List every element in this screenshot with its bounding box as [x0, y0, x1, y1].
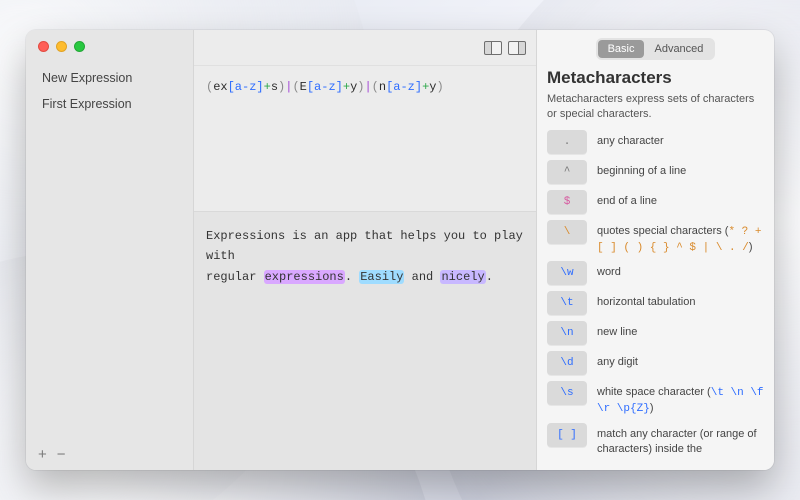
metacharacter-row[interactable]: ^ beginning of a line — [547, 160, 764, 184]
match-highlight: expressions — [264, 270, 345, 284]
tab-basic[interactable]: Basic — [598, 40, 645, 58]
metacharacter-description: quotes special characters (* ? + [ ] ( )… — [597, 220, 764, 256]
test-text: and — [404, 270, 440, 284]
metacharacter-description: match any character (or range of charact… — [597, 423, 764, 457]
regex-token-quant: + — [343, 80, 350, 94]
match-highlight: nicely — [440, 270, 485, 284]
help-mode-segment[interactable]: Basic Advanced — [596, 38, 716, 60]
test-text: regular — [206, 270, 264, 284]
metacharacter-row[interactable]: . any character — [547, 130, 764, 154]
toggle-sidebar-icon[interactable] — [484, 41, 502, 55]
metacharacter-description: horizontal tabulation — [597, 291, 695, 310]
sidebar-item[interactable]: First Expression — [34, 92, 185, 116]
regex-token-lit: s — [271, 80, 278, 94]
regex-token-class: [a-z] — [386, 80, 422, 94]
sidebar: New ExpressionFirst Expression + − — [26, 30, 194, 470]
test-text-area[interactable]: Expressions is an app that helps you to … — [194, 212, 536, 470]
metacharacter-chip: $ — [547, 190, 587, 214]
minimize-icon[interactable] — [56, 41, 67, 52]
regex-token-class: [a-z] — [228, 80, 264, 94]
expression-list: New ExpressionFirst Expression — [26, 66, 193, 439]
test-text: . — [345, 270, 359, 284]
close-icon[interactable] — [38, 41, 49, 52]
add-expression-button[interactable]: + — [38, 447, 47, 462]
metacharacter-chip: ^ — [547, 160, 587, 184]
tab-advanced[interactable]: Advanced — [644, 40, 713, 58]
metacharacter-row[interactable]: [ ] match any character (or range of char… — [547, 423, 764, 457]
toggle-help-panel-icon[interactable] — [508, 41, 526, 55]
window-controls — [26, 30, 193, 66]
editor-area: (ex[a-z]+s)|(E[a-z]+y)|(n[a-z]+y) Expres… — [194, 30, 536, 470]
metacharacter-description: word — [597, 261, 621, 280]
metacharacter-row[interactable]: \d any digit — [547, 351, 764, 375]
metacharacter-chip: \ — [547, 220, 587, 244]
regex-input[interactable]: (ex[a-z]+s)|(E[a-z]+y)|(n[a-z]+y) — [194, 66, 536, 212]
editor-toolbar — [194, 30, 536, 66]
metacharacter-row[interactable]: \w word — [547, 261, 764, 285]
metacharacter-description: new line — [597, 321, 637, 340]
metacharacter-description: any digit — [597, 351, 638, 370]
test-text: . — [486, 270, 493, 284]
metacharacter-description: end of a line — [597, 190, 657, 209]
metacharacter-description: any character — [597, 130, 664, 149]
metacharacter-chip: . — [547, 130, 587, 154]
metacharacter-chip: \n — [547, 321, 587, 345]
sidebar-footer: + − — [26, 439, 193, 470]
regex-token-lit: ex — [213, 80, 227, 94]
regex-token-lit: E — [300, 80, 307, 94]
metacharacter-chip: [ ] — [547, 423, 587, 447]
remove-expression-button[interactable]: − — [57, 447, 66, 462]
regex-token-alt: | — [364, 80, 371, 94]
regex-token-class: [a-z] — [307, 80, 343, 94]
regex-token-lit: n — [379, 80, 386, 94]
metacharacter-chip: \t — [547, 291, 587, 315]
metacharacter-chip: \w — [547, 261, 587, 285]
metacharacter-row[interactable]: \s white space character (\t \n \f \r \p{… — [547, 381, 764, 417]
app-window: New ExpressionFirst Expression + − (ex[a… — [26, 30, 774, 470]
metacharacter-description: white space character (\t \n \f \r \p{Z}… — [597, 381, 764, 417]
metacharacter-row[interactable]: \n new line — [547, 321, 764, 345]
metacharacter-description: beginning of a line — [597, 160, 686, 179]
metacharacter-chip: \d — [547, 351, 587, 375]
match-highlight: Easily — [359, 270, 404, 284]
regex-token-lit: y — [429, 80, 436, 94]
metacharacter-row[interactable]: \ quotes special characters (* ? + [ ] ( … — [547, 220, 764, 256]
zoom-icon[interactable] — [74, 41, 85, 52]
metacharacter-row[interactable]: \t horizontal tabulation — [547, 291, 764, 315]
regex-token-paren: ) — [437, 80, 444, 94]
metacharacter-list: . any character ^ beginning of a line $ end o… — [547, 130, 764, 470]
help-subtitle: Metacharacters express sets of character… — [547, 92, 764, 122]
regex-token-quant: + — [264, 80, 271, 94]
regex-token-paren: ( — [292, 80, 299, 94]
sidebar-item[interactable]: New Expression — [34, 66, 185, 90]
metacharacter-chip: \s — [547, 381, 587, 405]
test-text: Expressions is an app that helps you to … — [206, 229, 523, 263]
help-title: Metacharacters — [547, 68, 764, 88]
metacharacter-row[interactable]: $ end of a line — [547, 190, 764, 214]
help-panel: Basic Advanced Metacharacters Metacharac… — [536, 30, 774, 470]
regex-token-paren: ( — [372, 80, 379, 94]
